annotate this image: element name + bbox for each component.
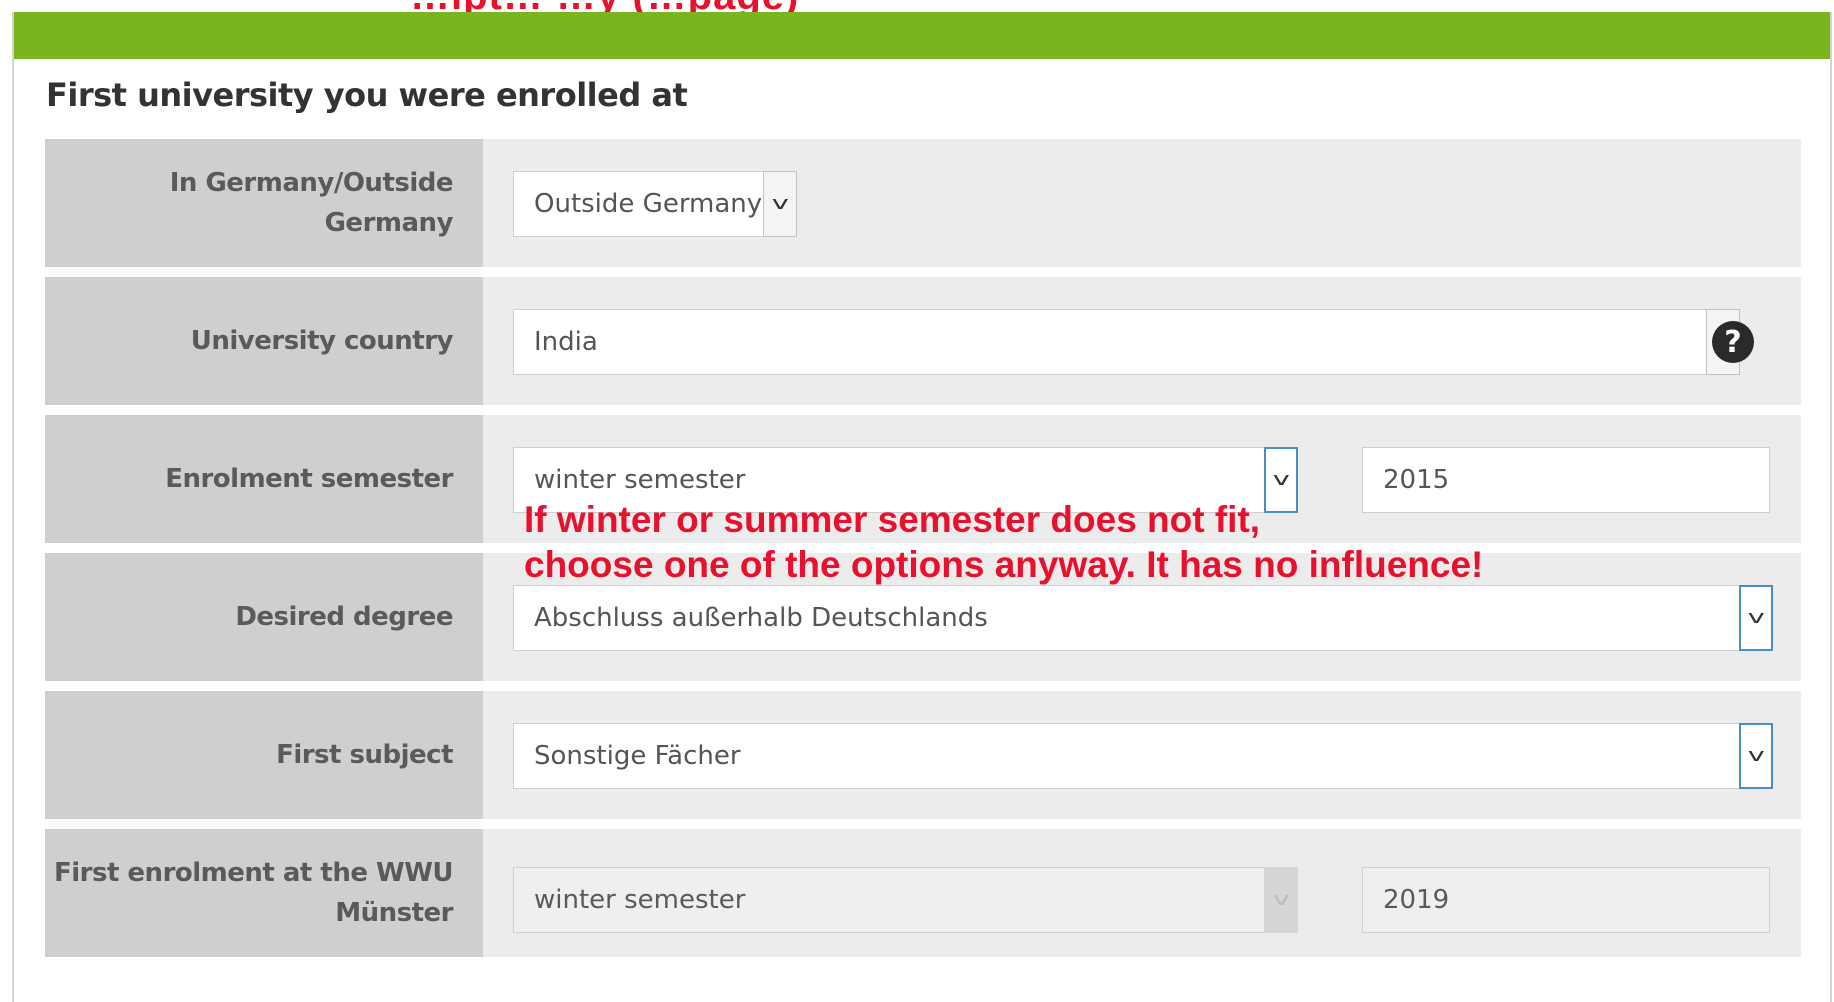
year-value: 2019 [1383, 885, 1450, 915]
annotation-line1: If winter or summer semester does not fi… [524, 499, 1261, 540]
chevron-down-icon[interactable]: v [1739, 723, 1773, 789]
top-banner-text: …ipt… …y (…page) [410, 0, 799, 12]
select-value: Sonstige Fächer [534, 741, 741, 771]
row-first-enrolment-wwu: First enrolment at the WWU Münster winte… [45, 829, 1801, 957]
chevron-down-icon: v [1264, 867, 1298, 933]
select-value: India [534, 327, 598, 357]
panel-header-bar [14, 12, 1830, 59]
wwu-semester-select: winter semester v [513, 867, 1298, 933]
year-value: 2015 [1383, 465, 1450, 495]
chevron-down-icon[interactable]: v [763, 171, 797, 237]
select-value: Abschluss außerhalb Deutschlands [534, 603, 988, 633]
chevron-down-icon[interactable]: v [1739, 585, 1773, 651]
row-label: Desired degree [45, 553, 483, 681]
row-label: First subject [45, 691, 483, 819]
wwu-year-input: 2019 [1362, 867, 1770, 933]
red-annotation: If winter or summer semester does not fi… [524, 497, 1483, 587]
germany-select[interactable]: Outside Germany v [513, 171, 797, 237]
row-germany-outside: In Germany/Outside Germany Outside Germa… [45, 139, 1801, 267]
row-label-line1: First enrolment at the WWU [53, 858, 454, 888]
select-value: Outside Germany [534, 189, 763, 219]
annotation-line2: choose one of the options anyway. It has… [524, 544, 1484, 585]
row-label: University country [45, 277, 483, 405]
select-value: winter semester [534, 465, 746, 495]
top-banner-fragment: …ipt… …y (…page) [0, 0, 1834, 12]
row-label: In Germany/Outside Germany [45, 139, 483, 267]
select-value: winter semester [534, 885, 746, 915]
country-select[interactable]: India v [513, 309, 1740, 375]
row-label-line2: Münster [335, 898, 453, 928]
question-circle-icon[interactable]: ? [1712, 321, 1754, 363]
row-label: First enrolment at the WWU Münster [45, 829, 483, 957]
degree-select[interactable]: Abschluss außerhalb Deutschlands v [513, 585, 1773, 651]
row-first-subject: First subject Sonstige Fächer v [45, 691, 1801, 819]
row-university-country: University country India v ? [45, 277, 1801, 405]
row-label: Enrolment semester [45, 415, 483, 543]
section-title: First university you were enrolled at [46, 76, 688, 114]
subject-select[interactable]: Sonstige Fächer v [513, 723, 1773, 789]
